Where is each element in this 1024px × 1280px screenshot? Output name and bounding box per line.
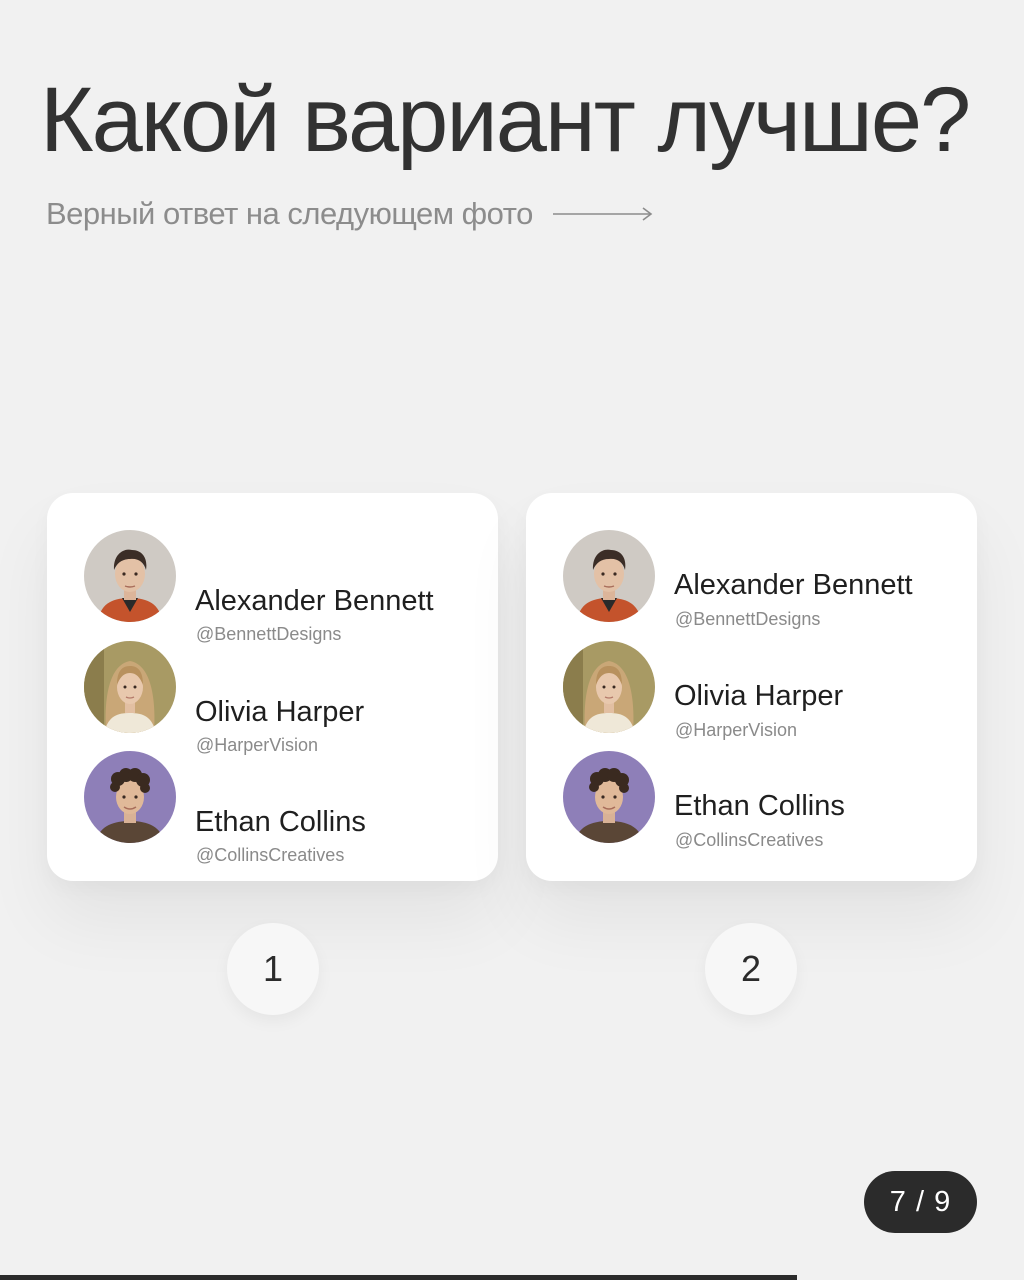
profile-handle: @BennettDesigns — [675, 609, 821, 629]
profile-name: Olivia Harper — [674, 680, 844, 712]
profile-item: Olivia Harper @HarperVision — [84, 641, 484, 755]
man-portrait-avatar — [563, 530, 655, 622]
profile-item: Ethan Collins @CollinsCreatives — [84, 751, 484, 865]
profile-item: Alexander Bennett @BennettDesigns — [84, 530, 484, 644]
profile-name: Olivia Harper — [195, 696, 365, 728]
profile-name: Alexander Bennett — [674, 569, 913, 601]
page-subtitle: Верный ответ на следующем фото — [46, 194, 655, 234]
slide-progress-bar — [0, 1275, 1024, 1280]
long-arrow-right-icon — [552, 207, 653, 221]
slide-counter: 7 / 9 — [864, 1171, 977, 1233]
profile-item: Alexander Bennett @BennettDesigns — [563, 530, 963, 629]
man-portrait-avatar — [84, 530, 176, 622]
profile-handle: @CollinsCreatives — [196, 845, 345, 865]
profile-name: Alexander Bennett — [195, 585, 434, 617]
woman-portrait-avatar — [84, 641, 176, 733]
option-1-button[interactable]: 1 — [227, 923, 319, 1015]
profile-item: Ethan Collins @CollinsCreatives — [563, 751, 963, 850]
woman-portrait-avatar — [563, 641, 655, 733]
slide-progress-fill — [0, 1275, 797, 1280]
profile-card-option-2[interactable]: Alexander Bennett @BennettDesigns Olivia… — [526, 493, 977, 881]
profile-name: Ethan Collins — [195, 806, 366, 838]
curly-man-portrait-avatar — [84, 751, 176, 843]
page-title: Какой вариант лучше? — [40, 69, 971, 171]
profile-name: Ethan Collins — [674, 790, 845, 822]
subtitle-text: Верный ответ на следующем фото — [46, 196, 533, 231]
curly-man-portrait-avatar — [563, 751, 655, 843]
profile-handle: @CollinsCreatives — [675, 830, 824, 850]
profile-item: Olivia Harper @HarperVision — [563, 641, 963, 740]
profile-card-option-1[interactable]: Alexander Bennett @BennettDesigns Olivia… — [47, 493, 498, 881]
option-2-button[interactable]: 2 — [705, 923, 797, 1015]
profile-handle: @HarperVision — [675, 720, 797, 740]
